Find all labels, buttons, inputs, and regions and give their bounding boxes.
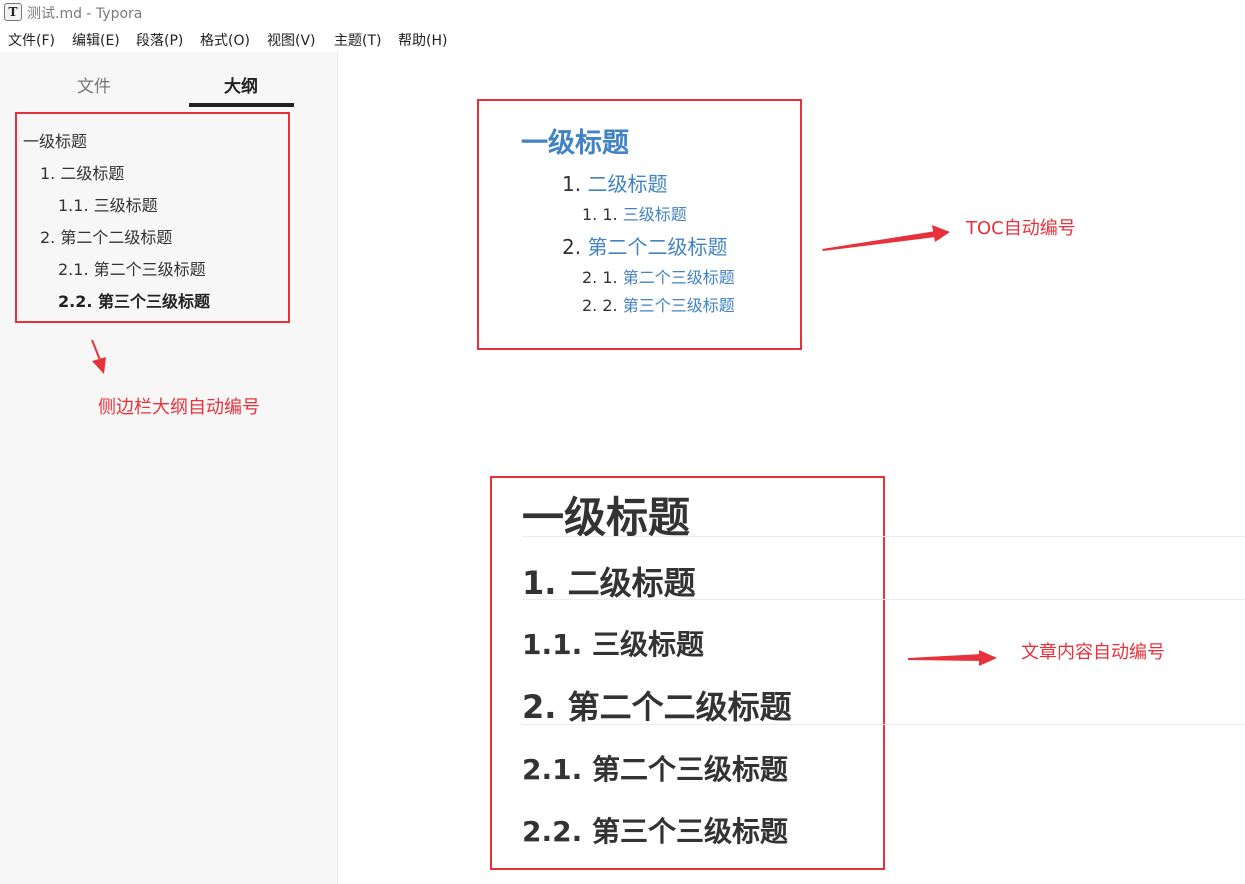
content-arrow-icon: [908, 650, 997, 666]
annotation-arrows: [91, 225, 997, 666]
toc-arrow-icon: [822, 225, 950, 251]
sidebar-arrow-icon: [91, 339, 106, 374]
